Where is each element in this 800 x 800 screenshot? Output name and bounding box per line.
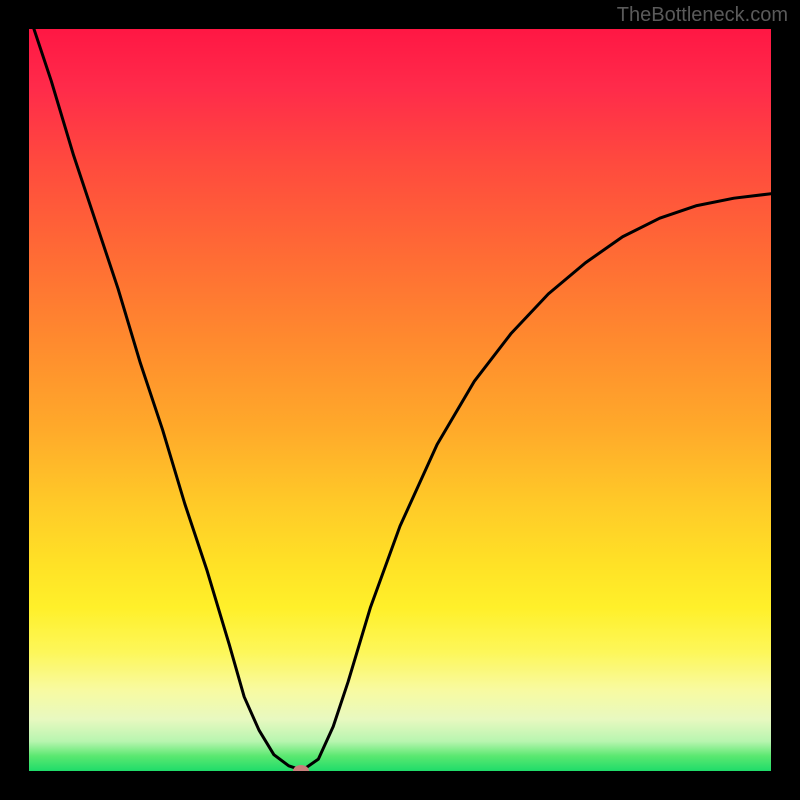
optimal-point-marker bbox=[293, 765, 309, 771]
bottleneck-curve bbox=[29, 29, 771, 771]
chart-plot-area bbox=[29, 29, 771, 771]
watermark-text: TheBottleneck.com bbox=[617, 4, 788, 27]
